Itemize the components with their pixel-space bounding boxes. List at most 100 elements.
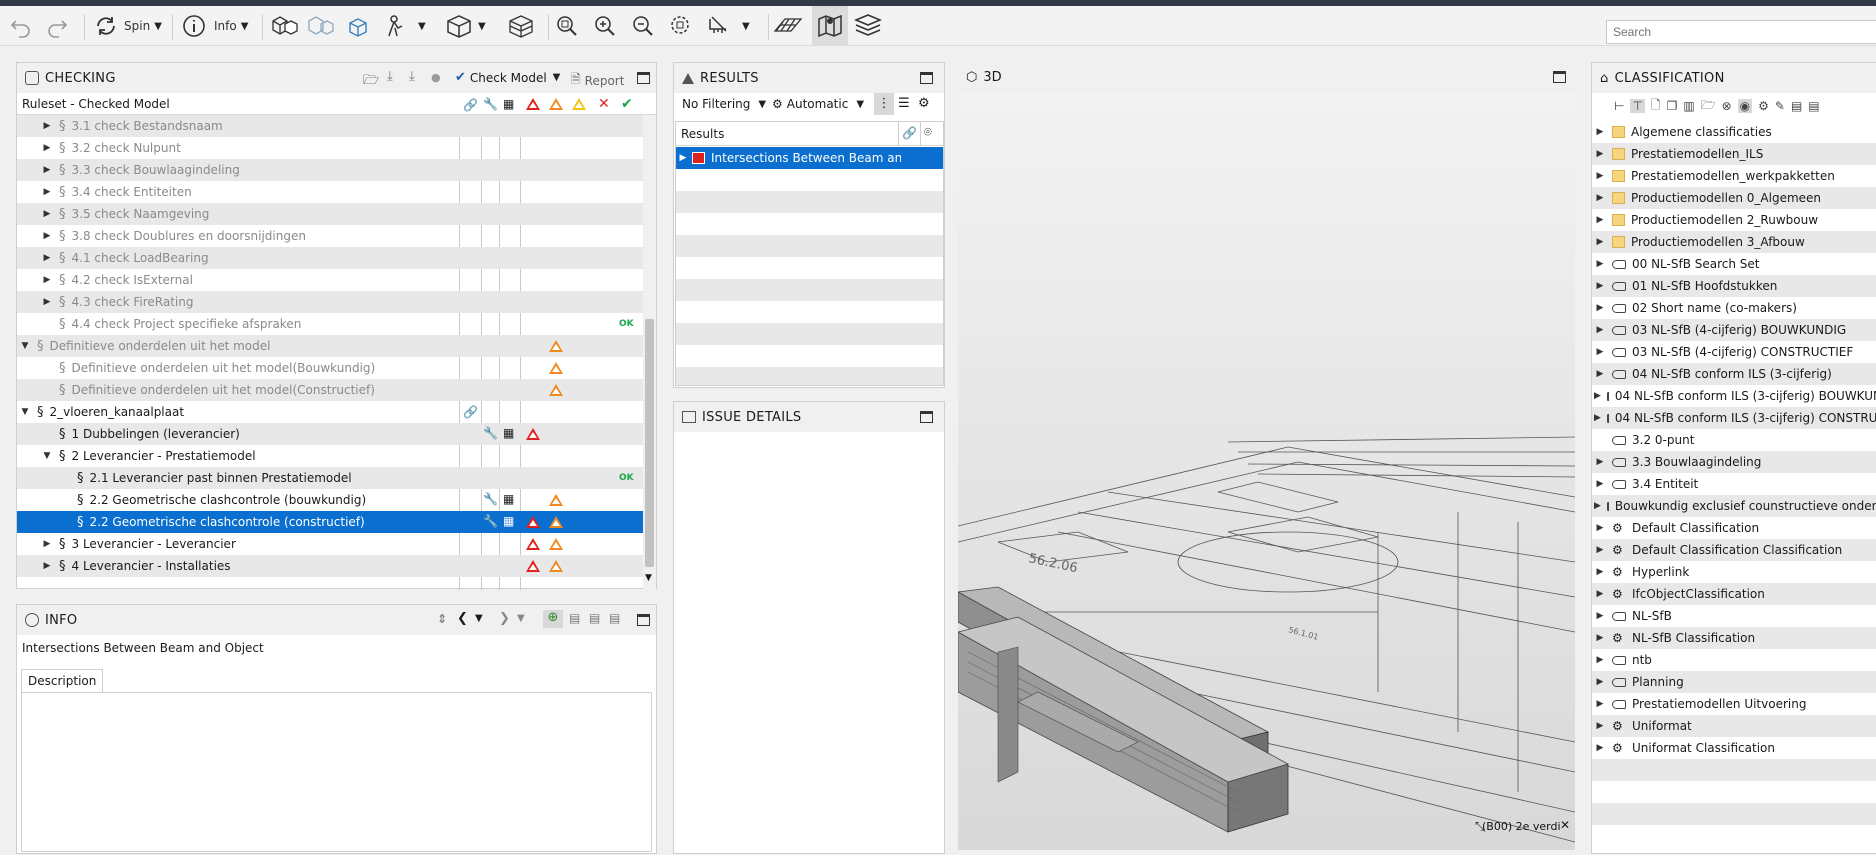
tree-row[interactable]: § 1 Dubbelingen (leverancier) xyxy=(17,423,643,445)
expand-icon[interactable]: ▶ xyxy=(41,209,53,219)
tree-row[interactable]: ▶ § 3.2 check Nulpunt xyxy=(17,137,643,159)
expand-icon[interactable]: ▶ xyxy=(1594,589,1606,599)
classification-item[interactable]: ▶ Productiemodellen 0_Algemeen xyxy=(1592,187,1876,209)
classification-item[interactable]: ▶ ⚙ NL-SfB Classification xyxy=(1592,627,1876,649)
maximize-icon[interactable] xyxy=(920,72,933,84)
classification-item[interactable]: ▶ Productiemodellen 3_Afbouw xyxy=(1592,231,1876,253)
expand-icon[interactable]: ▶ xyxy=(1594,325,1606,335)
expand-icon[interactable]: ▶ xyxy=(41,297,53,307)
maximize-icon[interactable] xyxy=(1553,71,1566,83)
tree-row[interactable]: ▼ § 2 Leverancier - Prestatiemodel xyxy=(17,445,643,467)
paste-icon[interactable]: ▥ xyxy=(1683,99,1694,113)
expand-icon[interactable]: ▶ xyxy=(1594,149,1606,159)
chevron-down-icon[interactable]: ▼ xyxy=(475,613,483,624)
mode-dropdown[interactable]: ⚙ Automatic ▼ xyxy=(772,97,864,111)
scrollbar-thumb[interactable] xyxy=(645,319,654,567)
expand-icon[interactable]: ▶ xyxy=(1594,721,1606,731)
expand-icon[interactable]: ▶ xyxy=(1594,347,1606,357)
classification-item[interactable]: ▶ ntb xyxy=(1592,649,1876,671)
export-icon[interactable]: ⤓ xyxy=(409,69,415,84)
list-icon[interactable]: ☰ xyxy=(898,96,910,111)
clipboard-icon[interactable]: ▤ xyxy=(589,611,600,625)
open-folder-icon[interactable]: 🗁 xyxy=(363,71,379,93)
classification-item[interactable]: ▶ Productiemodellen 2_Ruwbouw xyxy=(1592,209,1876,231)
classification-item[interactable]: ▶ 04 NL-SfB conform ILS (3-cijferig) BOUW… xyxy=(1592,385,1876,407)
close-icon[interactable]: ✕ xyxy=(1560,818,1570,832)
classification-item[interactable]: ▶ ⚙ Hyperlink xyxy=(1592,561,1876,583)
expand-icon[interactable]: ▶ xyxy=(41,253,53,263)
zoom-in-icon[interactable] xyxy=(592,6,618,46)
expand-icon[interactable]: ▶ xyxy=(1594,567,1606,577)
tree-icon[interactable]: ⊤ xyxy=(1630,99,1645,113)
expand-icon[interactable]: ▶ xyxy=(1594,391,1601,401)
description-area[interactable] xyxy=(21,692,652,852)
expand-icon[interactable]: ▶ xyxy=(1594,545,1606,555)
expand-icon[interactable]: ▶ xyxy=(1594,523,1606,533)
classification-item[interactable]: ▶ ⚙ Default Classification xyxy=(1592,517,1876,539)
hierarchy-icon[interactable]: ⊢ xyxy=(1614,99,1624,113)
expand-icon[interactable]: ▶ xyxy=(1594,743,1606,753)
open-folder-icon[interactable]: 🗁 xyxy=(1701,96,1716,117)
tree-row[interactable]: ▶ § 3.1 check Bestandsnaam xyxy=(17,115,643,137)
edit-icon[interactable]: ✎ xyxy=(1775,99,1785,113)
expand-icon[interactable]: ▶ xyxy=(41,539,53,549)
expand-icon[interactable]: ▶ xyxy=(1594,171,1606,181)
tree-row[interactable]: ▶ § 4.2 check IsExternal xyxy=(17,269,643,291)
next-icon[interactable]: ❯ xyxy=(499,611,510,626)
classification-item[interactable]: ▶ ⚙ Uniformat Classification xyxy=(1592,737,1876,759)
classification-item[interactable]: ▶ Bouwkundig exclusief counstructieve ond… xyxy=(1592,495,1876,517)
expand-icon[interactable]: ▶ xyxy=(41,187,53,197)
expand-icon[interactable]: ▶ xyxy=(1594,611,1606,621)
maximize-icon[interactable] xyxy=(920,411,933,423)
visibility-icon[interactable]: ◉ xyxy=(1737,99,1753,113)
hide-objects-icon[interactable] xyxy=(306,6,336,46)
tree-row[interactable]: § 2.1 Leverancier past binnen Prestatiemo… xyxy=(17,467,643,489)
report-button[interactable]: 🗎 Report xyxy=(571,70,624,91)
layers-icon[interactable] xyxy=(854,6,882,46)
expand-icon[interactable]: ▶ xyxy=(1594,501,1601,511)
tree-row[interactable]: ▶ § 3.4 check Entiteiten xyxy=(17,181,643,203)
expand-icon[interactable]: ▶ xyxy=(1594,633,1606,643)
expand-icon[interactable]: ▶ xyxy=(1594,303,1606,313)
chevron-down-icon[interactable]: ▼ xyxy=(517,613,525,624)
group-tree-icon[interactable]: ⋮ xyxy=(874,93,894,115)
zoom-out-icon[interactable] xyxy=(630,6,656,46)
stop-icon[interactable]: ● xyxy=(431,71,441,84)
expand-icon[interactable]: ▶ xyxy=(1594,369,1606,379)
classification-item[interactable]: ▶ NL-SfB xyxy=(1592,605,1876,627)
classification-item[interactable]: ▶ Algemene classificaties xyxy=(1592,121,1876,143)
tree-row[interactable]: ▼ § 2_vloeren_kanaalplaat xyxy=(17,401,643,423)
map-icon[interactable] xyxy=(812,6,848,46)
zoom-selected-icon[interactable] xyxy=(668,6,694,46)
section-box-icon[interactable] xyxy=(506,6,536,46)
clipboard-icon[interactable]: ▤ xyxy=(1808,99,1819,113)
expand-icon[interactable]: ▶ xyxy=(1594,259,1606,269)
tree-row[interactable]: ▶ § 4.3 check FireRating xyxy=(17,291,643,313)
expand-icon[interactable]: ▶ xyxy=(1594,699,1606,709)
classification-item[interactable]: 3.2 0-punt xyxy=(1592,429,1876,451)
settings-list-icon[interactable]: ⚙ xyxy=(918,96,930,111)
maximize-icon[interactable] xyxy=(637,72,650,84)
result-item[interactable]: ▶ Intersections Between Beam and Ol xyxy=(676,147,943,169)
previous-icon[interactable]: ❮ xyxy=(457,611,468,626)
sort-icon[interactable]: ⇕ xyxy=(437,612,447,626)
collapse-icon[interactable]: ▼ xyxy=(19,341,31,351)
classification-item[interactable]: ▶ 01 NL-SfB Hoofdstukken xyxy=(1592,275,1876,297)
tree-row[interactable]: § 4.4 check Project specifieke afspraken xyxy=(17,313,643,335)
classification-item[interactable]: ▶ ⚙ IfcObjectClassification xyxy=(1592,583,1876,605)
expand-icon[interactable]: ▶ xyxy=(1594,237,1606,247)
copy-icon[interactable]: ❐ xyxy=(1667,99,1678,113)
tree-row[interactable]: ▶ § 3.8 check Doublures en doorsnijdingen xyxy=(17,225,643,247)
expand-icon[interactable]: ▶ xyxy=(41,121,53,131)
new-item-icon[interactable]: 🗋 xyxy=(1651,96,1661,117)
expand-icon[interactable]: ▶ xyxy=(1594,479,1606,489)
classification-item[interactable]: ▶ Prestatiemodellen_ILS xyxy=(1592,143,1876,165)
classification-item[interactable]: ▶ Prestatiemodellen_werkpakketten xyxy=(1592,165,1876,187)
tree-row[interactable]: ▶ § 4.1 check LoadBearing xyxy=(17,247,643,269)
collapse-icon[interactable]: ▼ xyxy=(41,451,53,461)
classification-item[interactable]: ▶ 02 Short name (co-makers) xyxy=(1592,297,1876,319)
expand-icon[interactable]: ▶ xyxy=(1594,215,1606,225)
classification-item[interactable]: ▶ ⚙ Uniformat xyxy=(1592,715,1876,737)
tree-scrollbar[interactable]: ▼ xyxy=(643,115,656,590)
tree-row[interactable]: ▶ § 3.5 check Naamgeving xyxy=(17,203,643,225)
